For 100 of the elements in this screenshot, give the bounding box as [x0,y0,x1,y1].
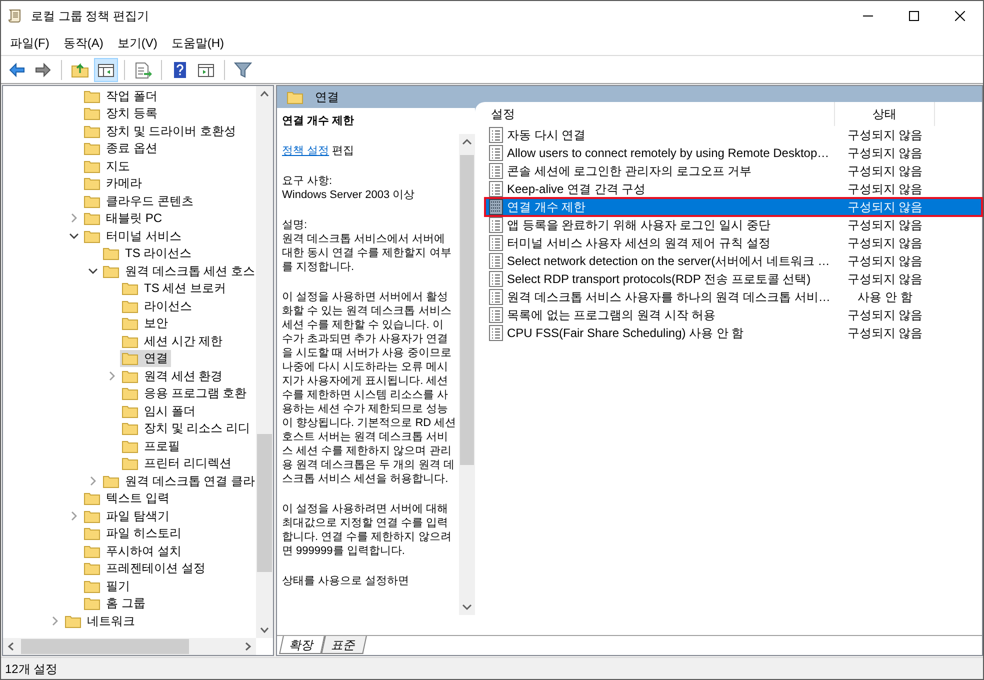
tree-item[interactable]: 프로필 [120,437,183,454]
policy-row[interactable]: 앱 등록을 완료하기 위해 사용자 로그인 일시 중단 구성되지 않음 [485,216,982,234]
tree-item[interactable]: 연결 [120,350,171,367]
tree-item[interactable]: 프레젠테이션 설정 [82,560,208,577]
tree-item[interactable]: 터미널 서비스 [82,227,184,244]
chevron-right-icon[interactable] [107,370,117,381]
chevron-down-icon[interactable] [69,230,79,241]
chevron-down-icon[interactable] [88,266,98,276]
tree-item[interactable]: 라이선스 [120,297,195,314]
maximize-icon [909,11,919,21]
chevron-right-icon[interactable] [88,476,98,486]
policy-row[interactable]: 목록에 없는 프로그램의 원격 시작 허용 구성되지 않음 [485,306,982,324]
policy-row[interactable]: Select network detection on the server(서버에서 네트워크 … 구성되지 않음 [485,252,982,270]
column-header[interactable]: 상태 [835,102,935,126]
tree-item[interactable]: 종료 옵션 [82,140,160,157]
folder-icon [122,456,138,470]
window-title: 로컬 그룹 정책 편집기 [31,8,150,25]
policy-name: Select RDP transport protocols(RDP 전송 프로토콜 선택) [507,271,811,288]
tree-item[interactable]: 태블릿 PC [82,210,166,227]
folder-icon [84,228,100,243]
tree-item[interactable]: 클라우드 콘텐츠 [82,192,196,210]
tree-item[interactable]: 파일 히스토리 [82,524,184,542]
folder-icon [84,596,100,610]
folder-icon [65,614,81,628]
tree-item[interactable]: 지도 [82,157,133,174]
policy-row[interactable]: CPU FSS(Fair Share Scheduling) 사용 안 함 구성되지 않음 [485,324,982,342]
policy-row[interactable]: Select RDP transport protocols(RDP 전송 프로토콜 선택) 구성되지 않음 [485,270,982,288]
view-tab[interactable]: 확장 [279,636,325,654]
folder-icon [84,141,100,156]
tree-item[interactable]: 텍스트 입력 [82,490,172,507]
tree-item[interactable]: 프린터 리디렉션 [120,454,234,472]
scrollbar-thumb[interactable] [460,155,474,465]
close-icon [955,11,965,21]
vertical-scrollbar[interactable] [256,86,273,638]
tree-item[interactable]: 원격 세션 환경 [120,367,226,384]
tree-item[interactable]: 장치 등록 [82,104,160,122]
tree-item[interactable]: 작업 폴더 [82,87,160,104]
menu-item[interactable]: 보기(V) [110,32,164,54]
folder-icon [103,246,119,260]
tree-item[interactable]: 장치 및 드라이버 호환성 [82,122,240,140]
tree-item[interactable]: TS 라이선스 [101,244,195,262]
menu-item[interactable]: 파일(F) [3,32,56,54]
policy-row[interactable]: 자동 다시 연결 구성되지 않음 [485,126,982,144]
folder-icon [103,474,119,488]
folder-icon [84,491,100,506]
tree-item[interactable]: 세션 시간 제한 [120,332,226,350]
folder-icon [287,90,303,104]
chevron-right-icon[interactable] [69,510,79,521]
policy-name: Keep-alive 연결 간격 구성 [507,181,646,198]
tree-item[interactable]: 임시 폴더 [120,402,198,420]
menu-item[interactable]: 도움말(H) [164,32,231,54]
tree-item[interactable]: 네트워크 [63,612,138,630]
scrollbar-thumb[interactable] [257,434,272,572]
tree-item[interactable]: 카메라 [82,174,145,192]
view-tab[interactable]: 표준 [321,636,367,654]
scrollbar-thumb[interactable] [21,639,189,654]
folder-icon [84,578,100,593]
tree-item[interactable]: 응용 프로그램 호환 [120,384,250,402]
tree-item[interactable]: 장치 및 리소스 리디 [120,420,254,437]
chevron-right-icon[interactable] [50,616,60,626]
tree-item[interactable]: TS 세션 브로커 [120,280,230,297]
filter-icon [234,60,252,78]
policy-setting-icon [489,235,503,251]
folder-icon [84,194,100,208]
tree-item[interactable]: 푸시하여 설치 [82,542,184,560]
folder-icon [122,281,138,296]
policy-settings-link[interactable]: 정책 설정 [282,145,330,157]
menu-item[interactable]: 동작(A) [56,32,110,54]
folder-icon [122,316,138,330]
policy-row[interactable]: 연결 개수 제한 구성되지 않음 [485,198,982,216]
policy-row[interactable]: 원격 데스크톱 서비스 사용자를 하나의 원격 데스크톱 서비… 사용 안 함 [485,288,982,306]
tree-item[interactable]: 원격 데스크톱 세션 호스 [101,262,256,280]
policy-state: 구성되지 않음 [846,181,924,198]
description-scrollbar[interactable] [459,134,475,615]
tree-item[interactable]: 필기 [82,577,133,594]
policy-state: 구성되지 않음 [846,217,924,234]
tree-item[interactable]: 파일 탐색기 [82,507,172,524]
policy-setting-icon [489,325,503,341]
policy-row[interactable]: 콘솔 세션에 로그인한 관리자의 로그오프 거부 구성되지 않음 [485,162,982,180]
policy-row[interactable]: 터미널 서비스 사용자 세션의 원격 제어 규칙 설정 구성되지 않음 [485,234,982,252]
horizontal-scrollbar[interactable] [3,638,256,655]
toolbar-button[interactable] [94,58,118,82]
folder-icon [84,526,100,540]
policy-state: 사용 안 함 [856,289,914,306]
folder-icon [122,298,138,313]
tree-item[interactable]: 홈 그룹 [82,594,148,612]
tree-item[interactable]: 원격 데스크톱 연결 클라 [101,472,256,490]
policy-state: 구성되지 않음 [846,307,924,324]
policy-row[interactable]: Allow users to connect remotely by using Remote Desktop… 구성되지 않음 [485,144,982,162]
column-header[interactable]: 설정 [485,102,835,126]
folder-icon [122,351,138,366]
policy-state: 구성되지 않음 [846,163,924,180]
policy-name: 목록에 없는 프로그램의 원격 시작 허용 [507,307,716,324]
folder-icon [122,421,138,436]
tree-item[interactable]: 보안 [120,314,171,332]
chevron-right-icon[interactable] [69,213,79,224]
policy-name: 콘솔 세션에 로그인한 관리자의 로그오프 거부 [507,163,752,180]
policy-row[interactable]: Keep-alive 연결 간격 구성 구성되지 않음 [485,180,982,198]
policy-setting-icon [489,253,503,269]
folder-icon [84,544,100,558]
